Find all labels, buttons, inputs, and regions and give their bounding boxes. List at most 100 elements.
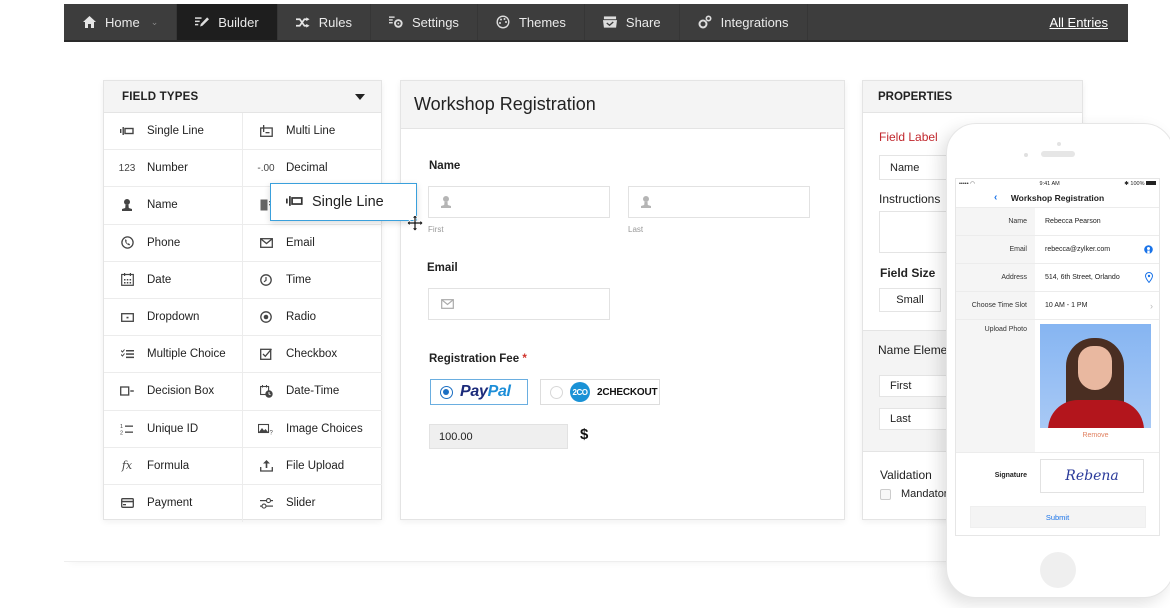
field-type-image-choices[interactable]: ? Image Choices bbox=[243, 411, 382, 448]
field-size-small-button[interactable]: Small bbox=[879, 288, 941, 312]
mobile-time-slot-value[interactable]: 10 AM - 1 PM › bbox=[1035, 292, 1159, 319]
signature-pad[interactable]: Rebena bbox=[1040, 458, 1144, 493]
field-type-number[interactable]: 123 Number bbox=[104, 150, 243, 188]
single-line-icon bbox=[286, 194, 303, 210]
form-title[interactable]: Workshop Registration bbox=[401, 81, 844, 129]
field-type-single-line[interactable]: Single Line bbox=[104, 113, 243, 151]
envelope-icon bbox=[258, 236, 274, 250]
registration-fee-label: Registration Fee * bbox=[429, 353, 527, 365]
mobile-row-photo: Upload Photo Remove bbox=[956, 320, 1159, 452]
mobile-key: Email bbox=[956, 236, 1035, 263]
validation-heading: Validation bbox=[880, 468, 932, 482]
field-type-radio[interactable]: Radio bbox=[243, 299, 382, 337]
nav-integrations[interactable]: Integrations bbox=[680, 4, 808, 40]
field-type-label: Date-Time bbox=[286, 385, 340, 398]
mobile-key: Upload Photo bbox=[956, 320, 1035, 452]
field-type-label: Decimal bbox=[286, 162, 328, 175]
mobile-address-value[interactable]: 514, 6th Street, Orlando bbox=[1035, 264, 1159, 291]
field-type-multiple-choice[interactable]: Multiple Choice bbox=[104, 336, 243, 374]
field-type-label: Dropdown bbox=[147, 311, 200, 324]
nav-rules-label: Rules bbox=[318, 14, 352, 30]
nav-home-label: Home bbox=[105, 14, 140, 30]
field-type-time[interactable]: Time bbox=[243, 262, 382, 299]
field-type-name[interactable]: Name bbox=[104, 187, 243, 225]
mobile-submit-button[interactable]: Submit bbox=[969, 506, 1146, 528]
2checkout-logo-icon: 2CO bbox=[570, 382, 590, 402]
caret-down-icon[interactable] bbox=[355, 93, 365, 100]
field-type-checkbox[interactable]: Checkbox bbox=[243, 336, 382, 374]
chevron-down-icon[interactable]: ⌄ bbox=[151, 17, 159, 28]
phone-home-button bbox=[1040, 552, 1076, 588]
phone-mockup: ••••• ◠ 9:41 AM ✱ 100% ‹ Workshop Regist… bbox=[946, 123, 1170, 598]
field-type-formula[interactable]: fx Formula bbox=[104, 447, 243, 485]
shuffle-icon bbox=[295, 15, 310, 29]
payment-option-2checkout[interactable]: 2CO 2CHECKOUT bbox=[540, 379, 660, 405]
radio-icon bbox=[258, 310, 274, 324]
mandatory-checkbox[interactable] bbox=[880, 489, 891, 500]
palette-icon bbox=[496, 15, 510, 29]
nav-rules[interactable]: Rules bbox=[278, 4, 371, 40]
mobile-email-value[interactable]: rebecca@zylker.com bbox=[1035, 236, 1159, 263]
contact-icon[interactable] bbox=[1144, 244, 1153, 255]
amount-field[interactable]: 100.00 bbox=[429, 424, 568, 449]
field-types-panel: FIELD TYPES Single Line Multi Line 123 N… bbox=[103, 80, 382, 523]
clock-icon bbox=[258, 273, 274, 287]
2checkout-radio[interactable] bbox=[550, 385, 563, 399]
field-type-file-upload[interactable]: File Upload bbox=[243, 448, 382, 485]
field-type-label: Number bbox=[147, 162, 188, 175]
field-type-payment[interactable]: Payment bbox=[104, 484, 243, 523]
status-bar: ••••• ◠ 9:41 AM ✱ 100% bbox=[956, 179, 1159, 188]
nav-builder[interactable]: Builder bbox=[177, 4, 278, 40]
email-input[interactable] bbox=[428, 288, 610, 320]
field-type-multi-line[interactable]: Multi Line bbox=[243, 113, 382, 151]
field-type-label: Time bbox=[286, 273, 312, 286]
name-field-label: Name bbox=[429, 160, 461, 172]
paypal-radio[interactable] bbox=[440, 385, 453, 399]
field-types-header[interactable]: FIELD TYPES bbox=[104, 81, 381, 113]
back-chevron-icon[interactable]: ‹ bbox=[994, 192, 997, 203]
nav-settings[interactable]: Settings bbox=[371, 4, 478, 40]
nav-home[interactable]: Home ⌄ bbox=[64, 4, 178, 40]
nav-themes[interactable]: Themes bbox=[478, 4, 585, 40]
field-type-decimal[interactable]: -.00 Decimal bbox=[243, 150, 382, 188]
field-type-unique-id[interactable]: 12 Unique ID bbox=[104, 410, 243, 448]
phone-icon bbox=[119, 236, 135, 250]
field-type-date-time[interactable]: Date-Time bbox=[243, 373, 382, 411]
share-icon bbox=[602, 15, 617, 29]
payment-option-paypal[interactable]: PayPal bbox=[430, 379, 528, 405]
currency-symbol: $ bbox=[580, 426, 589, 443]
properties-title: PROPERTIES bbox=[863, 81, 1082, 113]
svg-text:2: 2 bbox=[120, 430, 123, 435]
field-type-slider[interactable]: Slider bbox=[243, 485, 382, 522]
field-type-label: Unique ID bbox=[147, 422, 199, 435]
field-types-grid: Single Line Multi Line 123 Number -.00 D… bbox=[104, 113, 382, 523]
mandatory-label: Mandator bbox=[901, 488, 948, 500]
envelope-icon bbox=[441, 299, 454, 309]
mobile-name-value[interactable]: Rebecca Pearson bbox=[1035, 208, 1159, 235]
mobile-row-address: Address 514, 6th Street, Orlando bbox=[956, 264, 1159, 292]
field-type-label: File Upload bbox=[286, 459, 345, 472]
field-type-label: Multiple Choice bbox=[147, 348, 226, 361]
field-type-label: Formula bbox=[147, 459, 190, 472]
mobile-key: Name bbox=[956, 208, 1035, 235]
mobile-row-signature: Signature Rebena bbox=[956, 452, 1159, 498]
remove-photo-link[interactable]: Remove bbox=[1040, 432, 1151, 439]
nav-share[interactable]: Share bbox=[585, 4, 680, 40]
field-type-date[interactable]: Date bbox=[104, 261, 243, 299]
field-type-decision-box[interactable]: Decision Box bbox=[104, 373, 243, 411]
last-sublabel: Last bbox=[628, 225, 644, 234]
nav-settings-label: Settings bbox=[411, 14, 459, 30]
name-elements-heading: Name Eleme bbox=[878, 343, 948, 357]
drag-ghost-single-line[interactable]: Single Line bbox=[270, 183, 417, 221]
photo-container: Remove bbox=[1035, 320, 1159, 452]
battery-status: ✱ 100% bbox=[1124, 181, 1156, 187]
field-type-dropdown[interactable]: Dropdown bbox=[104, 298, 243, 337]
location-pin-icon[interactable] bbox=[1145, 272, 1153, 283]
field-type-email[interactable]: Email bbox=[243, 225, 382, 262]
field-type-phone[interactable]: Phone bbox=[104, 224, 243, 262]
photo-face bbox=[1078, 346, 1112, 390]
last-name-input[interactable] bbox=[628, 186, 810, 218]
field-types-title: FIELD TYPES bbox=[122, 90, 199, 103]
first-name-input[interactable] bbox=[428, 186, 610, 218]
all-entries-link[interactable]: All Entries bbox=[1049, 15, 1108, 30]
